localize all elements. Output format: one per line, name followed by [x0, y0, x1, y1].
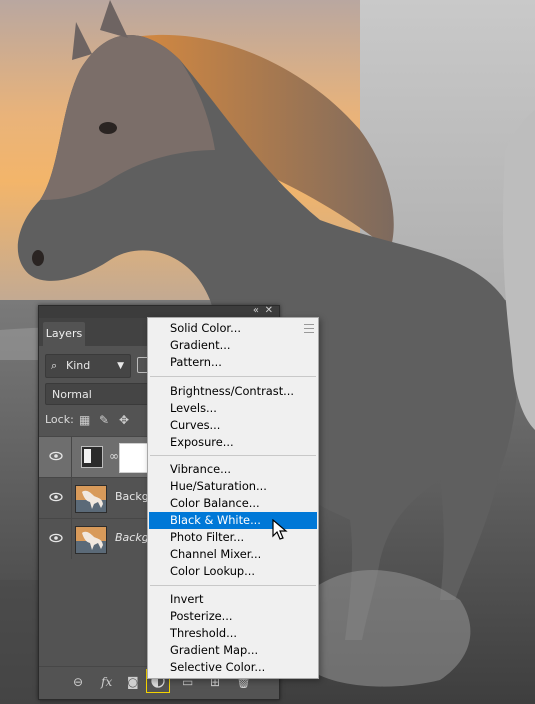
eye-icon[interactable]: [49, 449, 63, 463]
menu-item-black-white[interactable]: Black & White...: [149, 512, 317, 529]
menu-item-color-balance[interactable]: Color Balance...: [149, 495, 317, 512]
menu-item-channel-mixer[interactable]: Channel Mixer...: [149, 546, 317, 563]
adjustment-layer-icon: [81, 446, 103, 468]
layer-divider: [71, 437, 72, 477]
layer-divider: [71, 478, 72, 518]
lock-label: Lock:: [45, 413, 74, 426]
blend-mode-row: Normal: [45, 383, 149, 405]
mask-icon[interactable]: ◙: [127, 675, 139, 689]
blend-mode-select[interactable]: Normal: [45, 383, 149, 405]
menu-item-hue-saturation[interactable]: Hue/Saturation...: [149, 478, 317, 495]
menu-item-exposure[interactable]: Exposure...: [149, 434, 317, 451]
layer-divider: [71, 519, 72, 559]
layer-thumbnail: [75, 526, 107, 554]
lock-move-icon[interactable]: ✥: [119, 413, 129, 427]
layer-thumbnail: [75, 485, 107, 513]
double-chevron-icon[interactable]: «: [253, 305, 259, 316]
menu-item-gradient[interactable]: Gradient...: [149, 337, 317, 354]
menu-item-color-lookup[interactable]: Color Lookup...: [149, 563, 317, 580]
menu-item-vibrance[interactable]: Vibrance...: [149, 461, 317, 478]
menu-item-invert[interactable]: Invert: [149, 591, 317, 608]
menu-item-solid-color[interactable]: Solid Color...: [149, 320, 317, 337]
eye-icon[interactable]: [49, 490, 63, 504]
adjustment-layer-menu: Solid Color... Gradient... Pattern... Br…: [147, 317, 319, 679]
menu-separator: [150, 376, 316, 377]
eye-icon[interactable]: [49, 531, 63, 545]
menu-item-gradient-map[interactable]: Gradient Map...: [149, 642, 317, 659]
tab-layers[interactable]: Layers: [43, 322, 85, 346]
filter-kind-select[interactable]: ⌕ Kind ▼: [45, 354, 131, 378]
menu-separator: [150, 455, 316, 456]
layer-mask-thumbnail[interactable]: [119, 443, 149, 473]
menu-item-photo-filter[interactable]: Photo Filter...: [149, 529, 317, 546]
menu-item-curves[interactable]: Curves...: [149, 417, 317, 434]
chevron-down-icon: ▼: [117, 361, 124, 371]
mouse-pointer-icon: [272, 519, 288, 540]
menu-item-pattern[interactable]: Pattern...: [149, 354, 317, 371]
menu-item-selective-color[interactable]: Selective Color...: [149, 659, 317, 676]
lock-transparency-icon[interactable]: ▦: [79, 413, 90, 427]
lock-brush-icon[interactable]: ✎: [99, 413, 109, 427]
link-icon[interactable]: ⊖: [73, 675, 83, 689]
menu-item-levels[interactable]: Levels...: [149, 400, 317, 417]
menu-item-brightness-contrast[interactable]: Brightness/Contrast...: [149, 383, 317, 400]
filter-kind-value: Kind: [66, 359, 91, 372]
search-icon: ⌕: [51, 359, 58, 372]
fx-icon[interactable]: fx: [101, 675, 112, 689]
close-icon[interactable]: ✕: [265, 305, 273, 316]
link-icon[interactable]: ∞: [109, 449, 119, 463]
menu-item-posterize[interactable]: Posterize...: [149, 608, 317, 625]
menu-item-threshold[interactable]: Threshold...: [149, 625, 317, 642]
menu-separator: [150, 585, 316, 586]
